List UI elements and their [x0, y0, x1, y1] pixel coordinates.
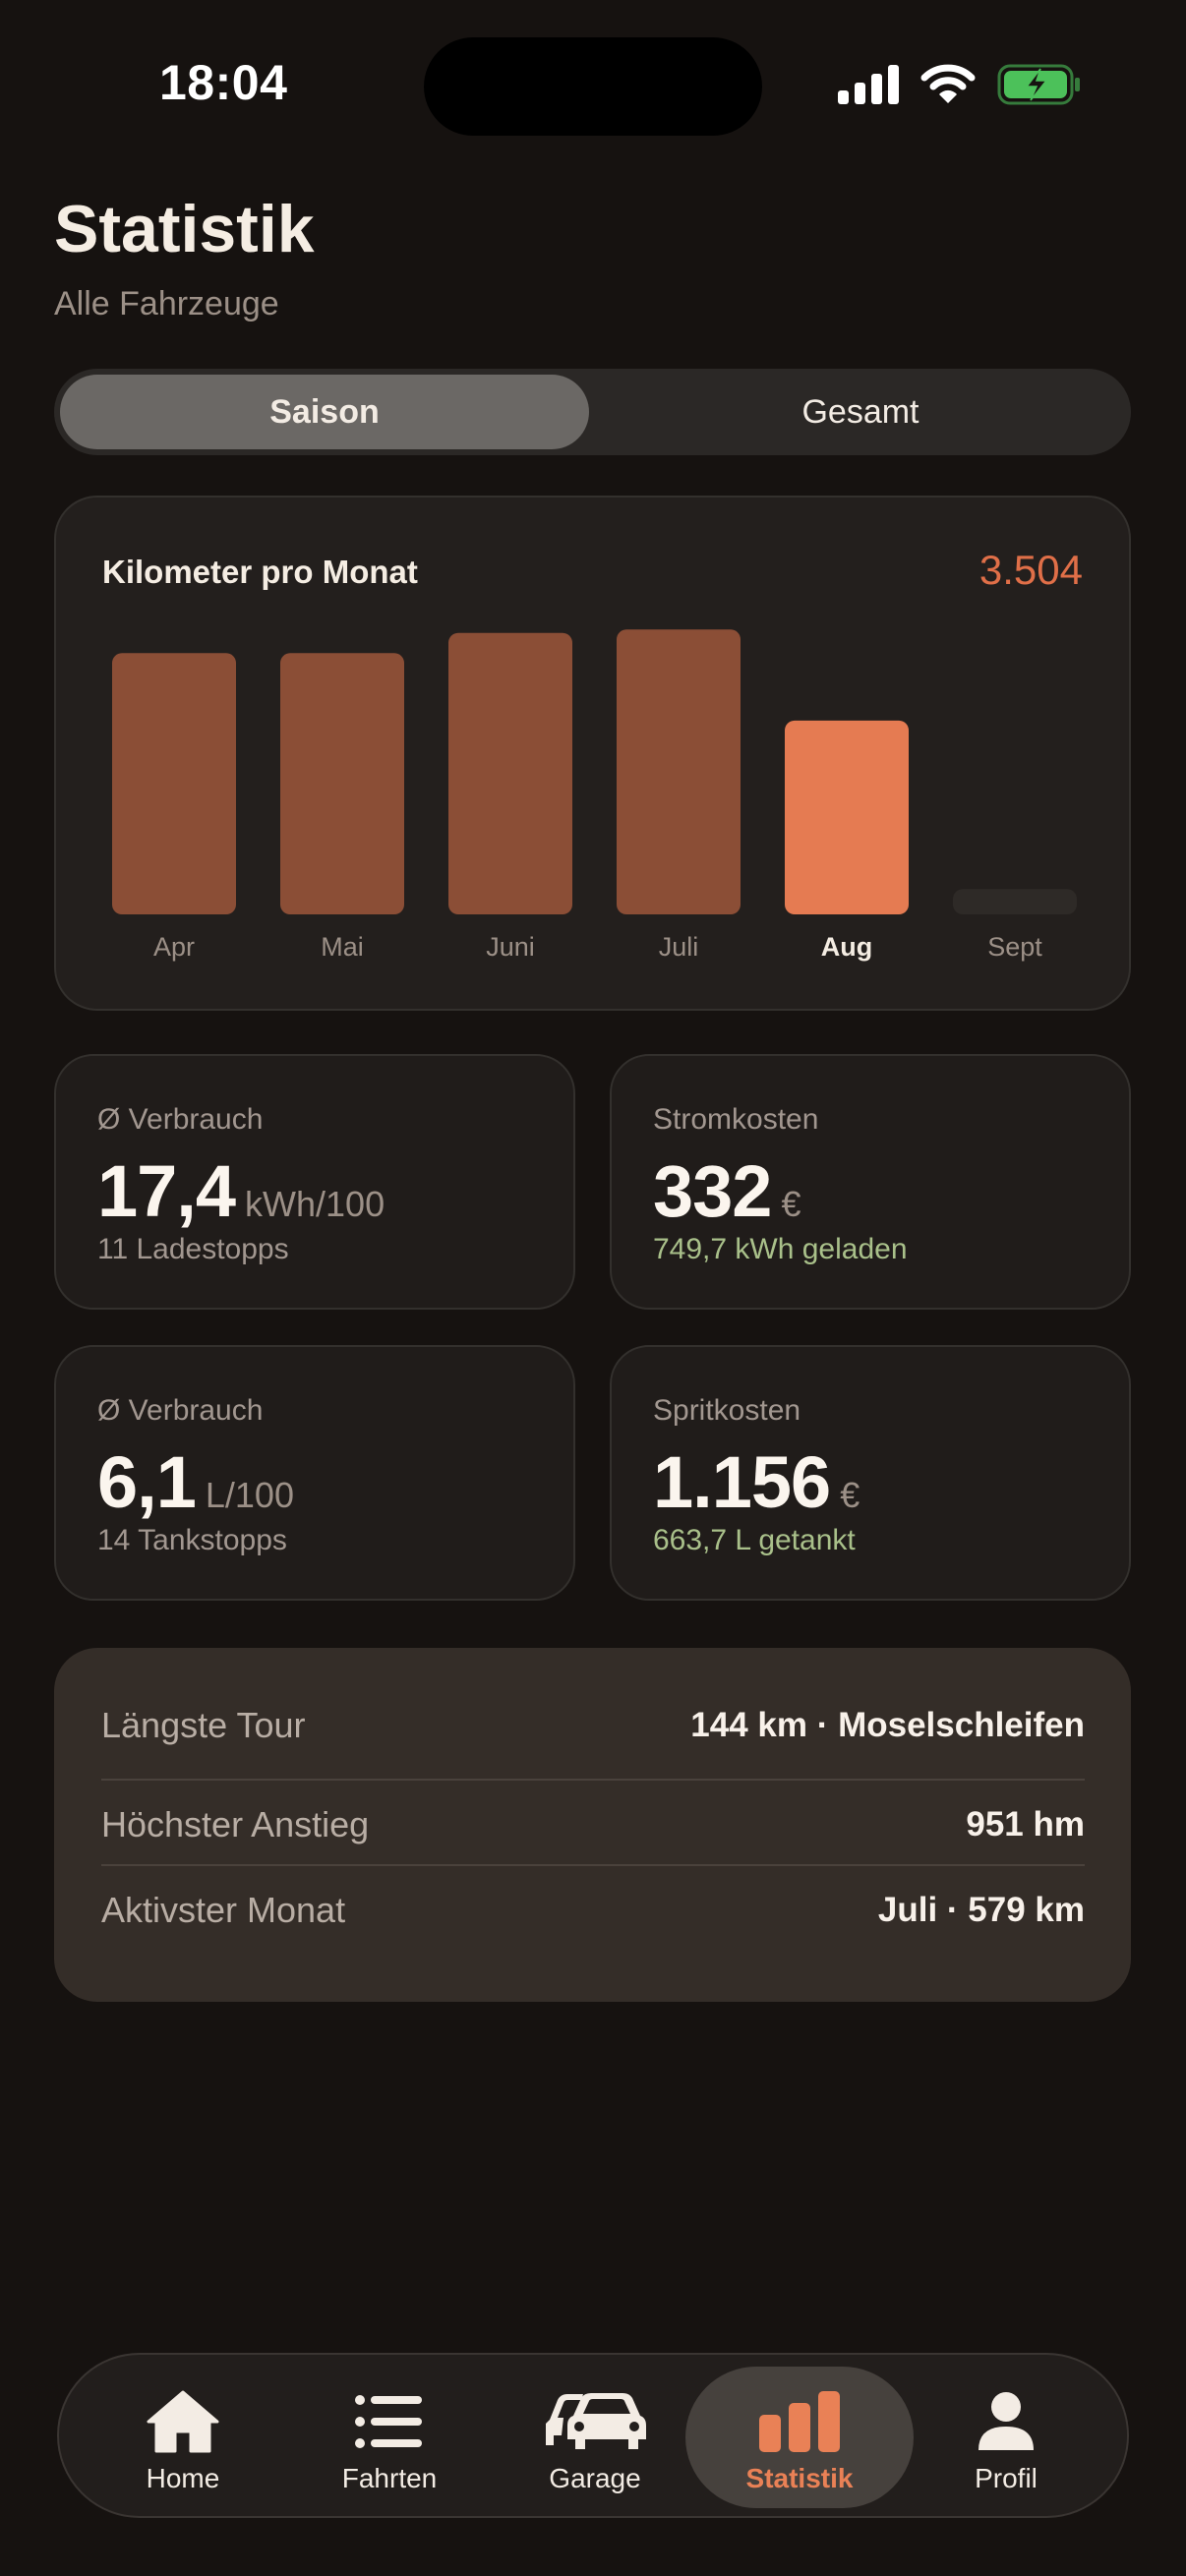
period-segmented-control: Saison Gesamt: [54, 369, 1131, 455]
page-title: Statistik: [54, 192, 315, 266]
stat-value: 332: [653, 1150, 772, 1232]
segment-gesamt[interactable]: Gesamt: [596, 375, 1125, 449]
ev-consumption-card[interactable]: Ø Verbrauch 17,4 kWh/100 11 Ladestopps: [54, 1054, 575, 1310]
bar-chart-icon: [759, 2386, 840, 2457]
divider: [101, 1779, 1085, 1781]
bar-juli[interactable]: [617, 629, 741, 914]
stat-value: 17,4: [97, 1150, 236, 1232]
tab-label: Statistik: [745, 2463, 854, 2493]
x-tick-label: Juni: [486, 932, 535, 962]
bar-aug[interactable]: [785, 720, 909, 914]
tab-profil[interactable]: Profil: [898, 2367, 1114, 2508]
electricity-cost-card[interactable]: Stromkosten 332 € 749,7 kWh geladen: [610, 1054, 1131, 1310]
x-tick-label: Apr: [153, 932, 195, 962]
tab-garage[interactable]: Garage: [487, 2367, 703, 2508]
fuel-consumption-card[interactable]: Ø Verbrauch 6,1 L/100 14 Tankstopps: [54, 1345, 575, 1601]
cars-icon: [544, 2386, 646, 2457]
x-tick-label: Aug: [821, 932, 872, 962]
stat-value: 6,1: [97, 1441, 197, 1523]
wifi-icon: [920, 64, 976, 110]
stat-label: Stromkosten: [653, 1103, 819, 1136]
home-icon: [146, 2386, 220, 2457]
stat-subtext: 663,7 L getankt: [653, 1524, 856, 1556]
x-tick-label: Mai: [321, 932, 364, 962]
record-row-most-active-month[interactable]: Aktivster Monat Juli · 579 km: [101, 1867, 1085, 1954]
stat-label: Ø Verbrauch: [97, 1394, 264, 1427]
stat-label: Ø Verbrauch: [97, 1103, 264, 1136]
record-row-highest-climb[interactable]: Höchster Anstieg 951 hm: [101, 1782, 1085, 1868]
monthly-km-chart-card: Kilometer pro Monat 3.504 Apr Mai Juni Juli…: [54, 496, 1131, 1011]
bar-juni[interactable]: [448, 632, 572, 914]
record-value: 144 km · Moselschleifen: [690, 1706, 1085, 1744]
record-row-longest-tour[interactable]: Längste Tour 144 km · Moselschleifen: [101, 1682, 1085, 1769]
tab-home[interactable]: Home: [75, 2367, 291, 2508]
status-time: 18:04: [159, 55, 288, 110]
statistics-screen: 18:04 Statistik Alle Fahrzeuge Saison Ge…: [0, 0, 1186, 2576]
tab-label: Garage: [549, 2463, 641, 2493]
stat-subtext: 749,7 kWh geladen: [653, 1233, 908, 1265]
fuel-cost-card[interactable]: Spritkosten 1.156 € 663,7 L getankt: [610, 1345, 1131, 1601]
stat-unit: €: [781, 1184, 801, 1224]
stat-subtext: 11 Ladestopps: [97, 1233, 289, 1265]
x-tick-label: Juli: [659, 932, 699, 962]
record-value: 951 hm: [966, 1805, 1085, 1844]
record-label: Höchster Anstieg: [101, 1804, 370, 1844]
tab-label: Profil: [975, 2463, 1038, 2493]
tab-label: Home: [146, 2463, 220, 2493]
divider: [101, 1864, 1085, 1866]
list-icon: [355, 2386, 424, 2457]
stat-subtext: 14 Tankstopps: [97, 1524, 287, 1556]
stat-unit: €: [840, 1475, 860, 1515]
status-icons: [838, 59, 1082, 114]
bar-mai[interactable]: [280, 653, 404, 914]
stat-unit: L/100: [205, 1475, 294, 1515]
tab-label: Fahrten: [341, 2463, 438, 2493]
stat-unit: kWh/100: [245, 1184, 385, 1224]
person-icon: [977, 2386, 1036, 2457]
tab-statistik[interactable]: Statistik: [685, 2367, 914, 2508]
tab-fahrten[interactable]: Fahrten: [281, 2367, 498, 2508]
record-label: Aktivster Monat: [101, 1890, 346, 1930]
stat-value: 1.156: [653, 1441, 831, 1523]
dynamic-island: [424, 37, 762, 136]
records-card: Längste Tour 144 km · Moselschleifen Höc…: [54, 1648, 1131, 2002]
page-subtitle: Alle Fahrzeuge: [54, 285, 279, 322]
battery-charging-icon: [997, 63, 1082, 111]
record-value: Juli · 579 km: [877, 1891, 1085, 1929]
bar-chart: Apr Mai Juni Juli Aug Sept: [112, 629, 1077, 962]
bar-apr[interactable]: [112, 653, 236, 914]
bar-sept[interactable]: [953, 889, 1077, 914]
tab-bar: Home Fahrten Garage Statistik Profil: [57, 2353, 1129, 2518]
x-tick-label: Sept: [987, 932, 1042, 962]
cellular-signal-icon: [838, 64, 899, 109]
status-bar: 18:04: [0, 0, 1186, 157]
stat-label: Spritkosten: [653, 1394, 801, 1427]
record-label: Längste Tour: [101, 1705, 306, 1745]
segment-saison[interactable]: Saison: [60, 375, 589, 449]
